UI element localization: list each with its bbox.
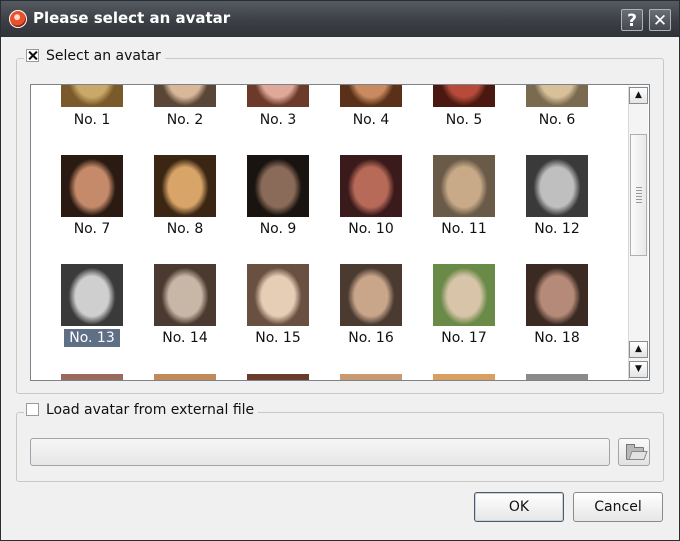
external-file-path-input[interactable]	[30, 438, 610, 466]
avatar-caption-text: No. 1	[73, 112, 111, 128]
avatar-thumbnail[interactable]	[61, 85, 123, 107]
help-button[interactable]: ?	[621, 9, 643, 31]
arrow-up-icon: ▲	[635, 344, 642, 354]
avatar-caption[interactable]: No. 16	[331, 330, 411, 346]
avatar-thumbnail[interactable]	[247, 155, 309, 217]
external-file-label: Load avatar from external file	[46, 402, 255, 418]
external-file-legend[interactable]: Load avatar from external file	[24, 402, 259, 418]
avatar-thumbnail[interactable]	[433, 85, 495, 107]
cancel-button[interactable]: Cancel	[573, 492, 663, 522]
avatar-thumbnail-partial[interactable]	[247, 374, 309, 380]
avatar-thumbnail[interactable]	[340, 264, 402, 326]
avatar-caption-text: No. 17	[441, 330, 487, 346]
grip-icon	[636, 187, 642, 205]
avatar-caption-text: No. 18	[534, 330, 580, 346]
avatar-thumbnail[interactable]	[61, 264, 123, 326]
avatar-thumbnail[interactable]	[61, 155, 123, 217]
avatar-caption-text: No. 9	[259, 221, 297, 237]
arrow-down-icon: ▼	[635, 364, 642, 374]
avatar-thumbnail[interactable]	[433, 155, 495, 217]
avatar-thumbnail[interactable]	[526, 85, 588, 107]
avatar-caption-text: No. 14	[162, 330, 208, 346]
app-logo-icon	[9, 10, 27, 28]
avatar-caption-text: No. 6	[538, 112, 576, 128]
close-button[interactable]: ✕	[649, 9, 671, 31]
avatar-thumbnail-partial[interactable]	[340, 374, 402, 380]
avatar-caption-text: No. 13	[64, 329, 120, 347]
avatar-caption[interactable]: No. 11	[424, 221, 504, 237]
avatar-caption-text: No. 15	[255, 330, 301, 346]
select-avatar-checkbox[interactable]	[26, 49, 39, 62]
scrollbar-thumb[interactable]	[630, 134, 647, 256]
avatar-thumbnail-partial[interactable]	[61, 374, 123, 380]
avatar-caption-text: No. 11	[441, 221, 487, 237]
external-file-checkbox[interactable]	[26, 403, 39, 416]
avatar-caption[interactable]: No. 1	[52, 112, 132, 128]
avatar-thumbnail[interactable]	[340, 85, 402, 107]
scroll-up-button-lower[interactable]: ▲	[629, 341, 648, 358]
avatar-list[interactable]: No. 1 No. 2 No. 3 No. 4 No. 5 No. 6 No. 7 No. 8…	[30, 84, 650, 381]
avatar-caption[interactable]: No. 8	[145, 221, 225, 237]
avatar-thumbnail[interactable]	[526, 155, 588, 217]
avatar-thumbnail-partial[interactable]	[154, 374, 216, 380]
avatar-caption[interactable]: No. 10	[331, 221, 411, 237]
avatar-thumbnail[interactable]	[340, 155, 402, 217]
avatar-caption-text: No. 5	[445, 112, 483, 128]
avatar-caption[interactable]: No. 9	[238, 221, 318, 237]
avatar-caption-text: No. 4	[352, 112, 390, 128]
ok-button[interactable]: OK	[474, 492, 564, 522]
avatar-caption[interactable]: No. 6	[517, 112, 597, 128]
avatar-caption[interactable]: No. 14	[145, 330, 225, 346]
browse-button[interactable]	[618, 438, 650, 466]
avatar-caption[interactable]: No. 4	[331, 112, 411, 128]
folder-open-icon	[626, 444, 644, 460]
avatar-caption-text: No. 16	[348, 330, 394, 346]
avatar-thumbnail[interactable]	[154, 85, 216, 107]
avatar-thumbnail[interactable]	[154, 155, 216, 217]
avatar-caption[interactable]: No. 5	[424, 112, 504, 128]
avatar-caption-text: No. 2	[166, 112, 204, 128]
window-title: Please select an avatar	[33, 9, 231, 27]
avatar-caption[interactable]: No. 2	[145, 112, 225, 128]
avatar-thumbnail[interactable]	[526, 264, 588, 326]
avatar-caption-text: No. 7	[73, 221, 111, 237]
avatar-caption[interactable]: No. 17	[424, 330, 504, 346]
avatar-caption[interactable]: No. 12	[517, 221, 597, 237]
avatar-thumbnail[interactable]	[433, 264, 495, 326]
select-avatar-label: Select an avatar	[46, 48, 161, 64]
scroll-down-button[interactable]: ▼	[629, 361, 648, 378]
avatar-caption[interactable]: No. 7	[52, 221, 132, 237]
avatar-thumbnail-partial[interactable]	[433, 374, 495, 380]
avatar-caption[interactable]: No. 15	[238, 330, 318, 346]
avatar-caption-text: No. 12	[534, 221, 580, 237]
avatar-caption[interactable]: No. 18	[517, 330, 597, 346]
avatar-thumbnail-partial[interactable]	[526, 374, 588, 380]
avatar-caption-text: No. 8	[166, 221, 204, 237]
avatar-thumbnail[interactable]	[154, 264, 216, 326]
title-bar[interactable]: Please select an avatar ? ✕	[1, 1, 679, 37]
avatar-caption[interactable]: No. 3	[238, 112, 318, 128]
scroll-up-button[interactable]: ▲	[629, 87, 648, 104]
avatar-thumbnail[interactable]	[247, 85, 309, 107]
arrow-up-icon: ▲	[635, 90, 642, 100]
avatar-caption[interactable]: No. 13	[52, 329, 132, 347]
avatar-caption-text: No. 10	[348, 221, 394, 237]
select-avatar-legend[interactable]: Select an avatar	[24, 48, 165, 64]
avatar-thumbnail[interactable]	[247, 264, 309, 326]
avatar-caption-text: No. 3	[259, 112, 297, 128]
